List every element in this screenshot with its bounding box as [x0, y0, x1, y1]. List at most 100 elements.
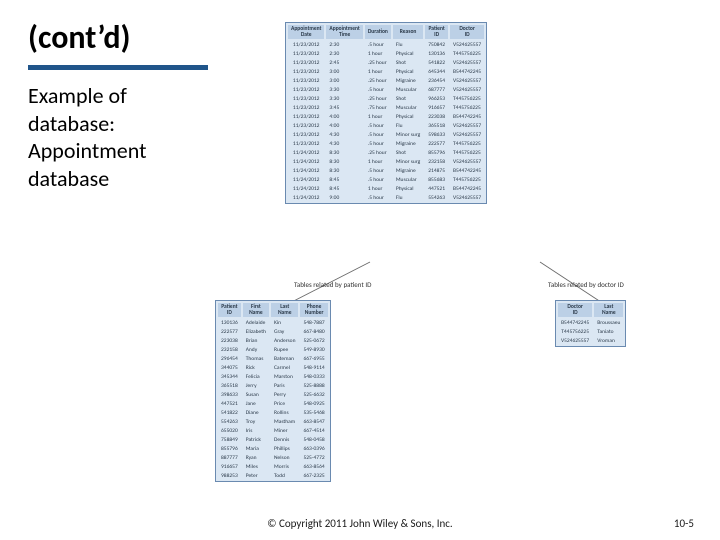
table-row: B544742245Broussaeu	[558, 319, 623, 326]
column-header: LastName	[271, 303, 298, 317]
table-cell: 8:30	[326, 158, 362, 165]
table-cell: 554263	[218, 418, 241, 425]
table-cell: 598633	[425, 131, 448, 138]
table-cell: Shot	[393, 59, 423, 66]
table-cell: Patrick	[243, 436, 269, 443]
table-cell: B544742245	[558, 319, 592, 326]
table-cell: Miner	[271, 427, 298, 434]
table-row: 223038BrianAnderson525-0672	[218, 337, 328, 344]
table-row: 916657MilesMorris663-8564	[218, 463, 328, 470]
doctors-table: DoctorIDLastName B544742245BroussaeuT445…	[555, 300, 626, 347]
table-cell: .5 hour	[365, 194, 391, 201]
table-cell: 11/24/2012	[288, 167, 324, 174]
table-cell: 525-0672	[300, 337, 327, 344]
table-cell: Perry	[271, 391, 298, 398]
table-cell: V524625557	[450, 122, 484, 129]
table-row: 11/24/20128:30.25 hourShot855796T4457562…	[288, 149, 484, 156]
column-header: PatientID	[425, 25, 448, 39]
table-cell: Physical	[393, 185, 423, 192]
table-cell: .5 hour	[365, 122, 391, 129]
table-cell: Physical	[393, 50, 423, 57]
appointments-table: AppointmentDateAppointmentTimeDurationRe…	[285, 22, 487, 204]
table-cell: 8:45	[326, 185, 362, 192]
column-header: PatientID	[218, 303, 241, 317]
table-cell: 236454	[425, 77, 448, 84]
column-header: PhoneNumber	[300, 303, 327, 317]
table-cell: 3:00	[326, 77, 362, 84]
table-cell: Muscular	[393, 104, 423, 111]
table-cell: 548-9114	[300, 364, 327, 371]
table-cell: 4:30	[326, 131, 362, 138]
table-row: 11/23/20124:30.5 hourMinor surg598633V52…	[288, 131, 484, 138]
table-cell: .75 hour	[365, 104, 391, 111]
table-cell: .25 hour	[365, 77, 391, 84]
table-cell: Diane	[243, 409, 269, 416]
table-row: 988253PeterTodd667-2325	[218, 472, 328, 479]
table-cell: Todd	[271, 472, 298, 479]
table-cell: 1 hour	[365, 185, 391, 192]
table-cell: T445756225	[450, 104, 484, 111]
table-cell: T445756225	[450, 140, 484, 147]
table-cell: Broussaeu	[594, 319, 623, 326]
table-cell: 1 hour	[365, 68, 391, 75]
table-cell: Flu	[393, 122, 423, 129]
table-cell: 525-4772	[300, 454, 327, 461]
table-cell: 8:45	[326, 176, 362, 183]
table-cell: T445756225	[450, 50, 484, 57]
table-row: 130136AdelaideKin548-7887	[218, 319, 328, 326]
table-cell: V524625557	[450, 86, 484, 93]
table-cell: V524625557	[450, 41, 484, 48]
table-row: 11/23/20122:30.5 hourFlu750842V524625557	[288, 41, 484, 48]
table-cell: Physical	[393, 68, 423, 75]
table-cell: 11/24/2012	[288, 149, 324, 156]
table-cell: 525-8888	[300, 382, 327, 389]
table-cell: 750842	[425, 41, 448, 48]
column-header: Reason	[393, 25, 423, 39]
table-cell: Price	[271, 400, 298, 407]
table-cell: Muscular	[393, 86, 423, 93]
table-cell: 663-8564	[300, 463, 327, 470]
table-cell: 548-0333	[300, 373, 327, 380]
table-cell: Phillips	[271, 445, 298, 452]
table-cell: Carmel	[271, 364, 298, 371]
table-cell: 8:30	[326, 167, 362, 174]
table-cell: 345344	[218, 373, 241, 380]
table-cell: Taniato	[594, 328, 623, 335]
table-cell: Vroman	[594, 337, 623, 344]
table-row: 11/23/20122:301 hourPhysical130136T44575…	[288, 50, 484, 57]
table-cell: Muscular	[393, 176, 423, 183]
table-cell: Gray	[271, 328, 298, 335]
table-cell: 223038	[425, 113, 448, 120]
table-cell: Jerry	[243, 382, 269, 389]
table-row: 855796MariaPhillips663-0396	[218, 445, 328, 452]
table-cell: 11/23/2012	[288, 131, 324, 138]
table-cell: 11/23/2012	[288, 140, 324, 147]
table-cell: Shot	[393, 95, 423, 102]
table-cell: 398633	[218, 391, 241, 398]
table-cell: Nelson	[271, 454, 298, 461]
table-cell: 2:30	[326, 41, 362, 48]
table-row: 11/23/20124:00.5 hourFlu365518V524625557	[288, 122, 484, 129]
table-cell: 525-6632	[300, 391, 327, 398]
table-cell: Rick	[243, 364, 269, 371]
table-cell: 535-5468	[300, 409, 327, 416]
table-cell: 11/24/2012	[288, 185, 324, 192]
table-cell: Marston	[271, 373, 298, 380]
table-cell: 687777	[425, 86, 448, 93]
table-cell: 11/23/2012	[288, 59, 324, 66]
table-cell: 549-8930	[300, 346, 327, 353]
table-row: 398633SusanPerry525-6632	[218, 391, 328, 398]
table-cell: 11/24/2012	[288, 158, 324, 165]
table-cell: 130136	[218, 319, 241, 326]
table-cell: .5 hour	[365, 176, 391, 183]
table-cell: Brian	[243, 337, 269, 344]
table-row: 11/23/20123:30.25 hourShot966253T4457562…	[288, 95, 484, 102]
table-cell: 344075	[218, 364, 241, 371]
table-cell: 548-0925	[300, 400, 327, 407]
title-underline	[28, 65, 208, 70]
table-row: 11/24/20128:451 hourPhysical447521B54474…	[288, 185, 484, 192]
table-cell: 11/23/2012	[288, 77, 324, 84]
table-cell: Morris	[271, 463, 298, 470]
table-row: 554263TroyMastham663-8547	[218, 418, 328, 425]
table-cell: 223038	[218, 337, 241, 344]
